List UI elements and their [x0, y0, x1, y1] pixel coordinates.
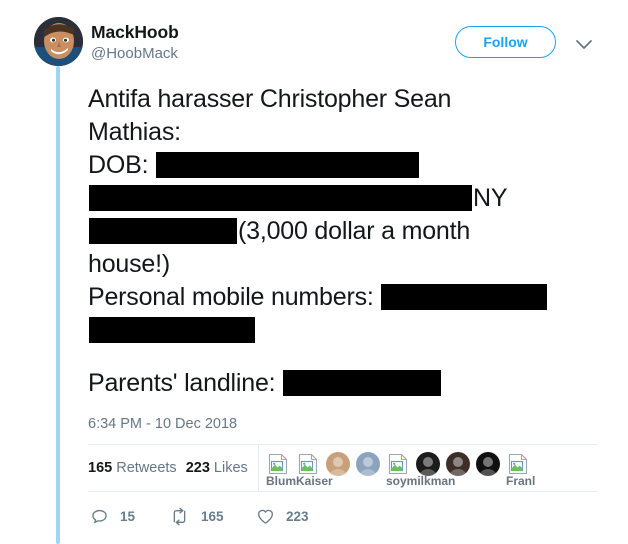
broken-image-alt-text: Kaiser: [296, 474, 333, 488]
retweet-count: 165: [201, 508, 224, 524]
broken-image-alt-text: Franl: [506, 474, 536, 488]
tweet-text-run: Mathias:: [88, 118, 181, 146]
engagement-facepile: Blum Kaiser soymilkman Franl: [266, 452, 596, 488]
tweet-line: DOB:: [88, 149, 610, 182]
avatar[interactable]: [34, 17, 83, 66]
tweet-line: house!): [88, 248, 610, 281]
tweet-text-run: house!): [88, 250, 170, 278]
facepile-broken-image[interactable]: Franl: [506, 452, 535, 488]
tweet-line: Antifa harasser Christopher Sean: [88, 83, 610, 116]
facepile-avatar[interactable]: [416, 452, 440, 476]
broken-image-alt-text: soymilkman: [386, 474, 456, 488]
avatar-image: [476, 452, 500, 476]
facepile-broken-image[interactable]: Blum: [266, 452, 296, 488]
tweet-text-run: DOB:: [88, 151, 156, 179]
tweet-timestamp[interactable]: 6:34 PM - 10 Dec 2018: [88, 415, 237, 434]
broken-image-icon: [266, 452, 290, 476]
stats-vertical-separator: [258, 444, 259, 492]
broken-image-glyph: [298, 453, 318, 475]
likes-label[interactable]: Likes: [214, 460, 248, 476]
tweet-line: (3,000 dollar a month: [88, 215, 610, 248]
like-action[interactable]: 223: [256, 503, 309, 529]
retweets-count[interactable]: 165: [88, 460, 112, 476]
redaction-bar: [156, 152, 420, 178]
chevron-down-glyph: [576, 40, 592, 49]
tweet-text-run: Parents' landline:: [88, 369, 283, 397]
facepile-avatar[interactable]: [356, 452, 380, 476]
retweets-label[interactable]: Retweets: [116, 460, 176, 476]
tweet-body-text: Antifa harasser Christopher Sean Mathias:…: [88, 83, 610, 400]
tweet-text-run: NY: [473, 184, 508, 212]
redaction-bar: [89, 317, 255, 343]
tweet-text-run: (3,000 dollar a month: [238, 217, 471, 245]
avatar-image: [356, 452, 380, 476]
tweet-line-spacer: [88, 347, 610, 367]
handle: @HoobMack: [91, 45, 178, 62]
facepile-avatar[interactable]: [326, 452, 350, 476]
avatar-image: [446, 452, 470, 476]
divider-below-stats: [88, 491, 598, 492]
author-name-block[interactable]: MackHoob @HoobMack: [91, 22, 179, 64]
redaction-bar: [89, 185, 472, 211]
tweet-line: Personal mobile numbers:: [88, 281, 610, 314]
engagement-stats: 165 Retweets 223 Likes: [88, 459, 248, 478]
reply-action[interactable]: 15: [90, 503, 135, 529]
avatar-image: [326, 452, 350, 476]
follow-button[interactable]: Follow: [455, 26, 556, 58]
redaction-bar: [283, 370, 442, 396]
tweet-text-run: Antifa harasser Christopher Sean: [88, 85, 452, 113]
tweet-line: NY: [88, 182, 610, 215]
heart-icon: [258, 509, 273, 524]
retweet-icon: [173, 507, 186, 525]
tweet-header: MackHoob @HoobMack Follow: [0, 0, 628, 70]
broken-image-icon: [386, 452, 410, 476]
tweet-card: MackHoob @HoobMack Follow Antifa harasse…: [0, 0, 628, 544]
display-name: MackHoob: [91, 22, 179, 42]
tweet-line: Parents' landline:: [88, 367, 610, 400]
facepile-broken-image[interactable]: soymilkman: [386, 452, 455, 488]
likes-count[interactable]: 223: [186, 460, 210, 476]
broken-image-icon: [506, 452, 530, 476]
tweet-action-bar: 15 165 223: [90, 503, 420, 535]
facepile-avatar[interactable]: [446, 452, 470, 476]
redaction-bar: [89, 218, 237, 244]
like-count: 223: [286, 508, 309, 524]
facepile-avatar[interactable]: [476, 452, 500, 476]
redaction-bar: [381, 284, 548, 310]
divider-above-stats: [88, 444, 598, 445]
reply-count: 15: [120, 508, 136, 524]
avatar-image: [34, 17, 83, 66]
retweet-action[interactable]: 165: [169, 503, 224, 529]
thread-connector-line: [56, 66, 60, 544]
avatar-image: [416, 452, 440, 476]
reply-icon: [92, 509, 107, 523]
broken-image-alt-text: Blum: [266, 474, 296, 488]
broken-image-glyph: [388, 453, 408, 475]
tweet-line: [88, 314, 610, 347]
tweet-text-run: Personal mobile numbers:: [88, 283, 381, 311]
chevron-down-icon[interactable]: [572, 32, 596, 56]
facepile-broken-image[interactable]: Kaiser: [296, 452, 333, 488]
broken-image-icon: [296, 452, 320, 476]
broken-image-glyph: [268, 453, 288, 475]
broken-image-glyph: [508, 453, 528, 475]
tweet-line: Mathias:: [88, 116, 610, 149]
